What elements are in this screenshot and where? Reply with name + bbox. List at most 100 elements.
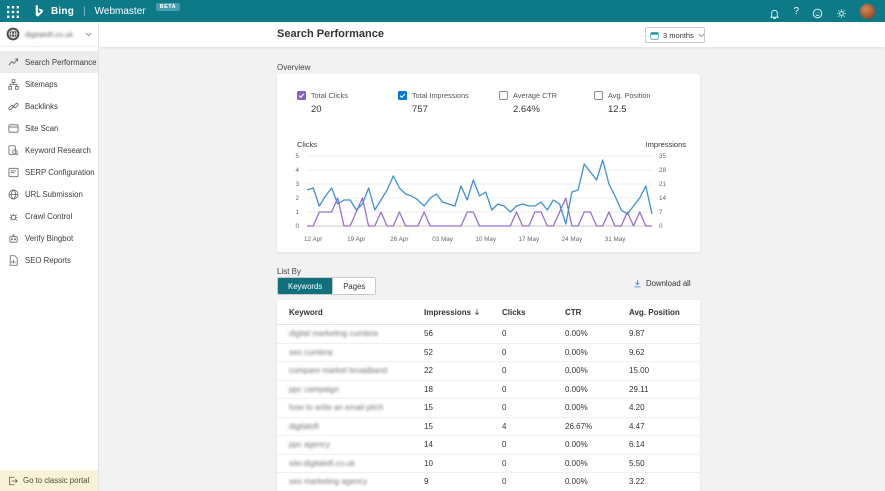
feedback-smiley-icon[interactable] xyxy=(812,6,823,17)
checkbox-unchecked-icon[interactable] xyxy=(594,91,603,100)
sidebar-item-label: SERP Configuration xyxy=(25,168,95,177)
seo-reports-icon xyxy=(8,255,19,266)
table-row[interactable]: digital marketing cumbria5600.00%9.87 xyxy=(277,325,700,344)
column-avg-position[interactable]: Avg. Position xyxy=(629,308,700,317)
metric-label: Total Clicks xyxy=(311,91,348,100)
sidebar-item-label: Search Performance xyxy=(25,58,97,67)
date-range-dropdown[interactable]: 3 months xyxy=(645,27,705,43)
metric-label: Average CTR xyxy=(513,91,557,100)
svg-text:3: 3 xyxy=(295,181,299,188)
sidebar-item-url-submission[interactable]: URL Submission xyxy=(0,183,98,205)
column-keyword[interactable]: Keyword xyxy=(289,308,424,317)
cell-keyword: seo marketing agency xyxy=(289,477,424,486)
checkbox-checked-icon[interactable] xyxy=(297,91,306,100)
metric-avg-position[interactable]: Avg. Position12.5 xyxy=(594,91,695,115)
classic-portal-link[interactable]: Go to classic portal xyxy=(0,470,98,491)
sidebar-item-site-scan[interactable]: Site Scan xyxy=(0,117,98,139)
help-icon[interactable]: ? xyxy=(793,6,799,17)
table-row[interactable]: ppc campaign1800.00%29.11 xyxy=(277,381,700,400)
column-ctr[interactable]: CTR xyxy=(565,308,629,317)
cell-clicks: 4 xyxy=(502,422,565,431)
cell-ctr: 0.00% xyxy=(565,403,629,412)
user-avatar[interactable] xyxy=(860,4,875,19)
metric-total-clicks[interactable]: Total Clicks20 xyxy=(297,91,398,115)
sidebar-item-keyword-research[interactable]: Keyword Research xyxy=(0,139,98,161)
cell-keyword: digital marketing cumbria xyxy=(289,329,424,338)
date-range-value: 3 months xyxy=(663,31,694,40)
sidebar-item-serp-configuration[interactable]: SERP Configuration xyxy=(0,161,98,183)
performance-line-chart[interactable]: 001721432142853512 Apr19 Apr26 Apr03 May… xyxy=(277,152,700,248)
cell-impressions: 9 xyxy=(424,477,502,486)
sidebar-item-verify-bingbot[interactable]: Verify Bingbot xyxy=(0,227,98,249)
cell-avg-position: 15.00 xyxy=(629,366,700,375)
table-row[interactable]: digitaloft15426.67%4.47 xyxy=(277,418,700,437)
cell-keyword: compare market broadband xyxy=(289,366,424,375)
site-globe-icon xyxy=(6,27,20,41)
checkbox-unchecked-icon[interactable] xyxy=(499,91,508,100)
sidebar-item-backlinks[interactable]: Backlinks xyxy=(0,95,98,117)
checkbox-checked-icon[interactable] xyxy=(398,91,407,100)
metric-value: 2.64% xyxy=(513,104,594,115)
tab-keywords[interactable]: Keywords xyxy=(278,278,332,294)
column-clicks[interactable]: Clicks xyxy=(502,308,565,317)
svg-text:1: 1 xyxy=(295,209,299,216)
settings-gear-icon[interactable] xyxy=(836,6,847,17)
sidebar-menu: Search Performance Sitemaps Backlinks Site … xyxy=(0,47,98,271)
table-row[interactable]: how to write an email pitch1500.00%4.20 xyxy=(277,399,700,418)
download-all-button[interactable]: Download all xyxy=(633,279,691,288)
svg-text:26 Apr: 26 Apr xyxy=(390,236,408,243)
product-name[interactable]: Webmaster xyxy=(95,6,146,17)
cell-clicks: 0 xyxy=(502,459,565,468)
column-impressions[interactable]: Impressions xyxy=(424,308,502,317)
svg-text:21: 21 xyxy=(659,181,667,188)
verify-bingbot-icon xyxy=(8,233,19,244)
brand-name[interactable]: Bing xyxy=(51,6,74,17)
cell-impressions: 14 xyxy=(424,440,502,449)
cell-avg-position: 4.20 xyxy=(629,403,700,412)
svg-text:19 Apr: 19 Apr xyxy=(347,236,365,243)
cell-clicks: 0 xyxy=(502,477,565,486)
cell-keyword: digitaloft xyxy=(289,422,424,431)
svg-text:12 Apr: 12 Apr xyxy=(304,236,322,243)
svg-text:35: 35 xyxy=(659,153,667,160)
cell-clicks: 0 xyxy=(502,329,565,338)
sidebar-item-label: Site Scan xyxy=(25,124,58,133)
cell-impressions: 10 xyxy=(424,459,502,468)
cell-ctr: 0.00% xyxy=(565,366,629,375)
cell-avg-position: 29.11 xyxy=(629,385,700,394)
svg-text:24 May: 24 May xyxy=(562,236,584,243)
svg-text:14: 14 xyxy=(659,195,667,202)
sidebar-item-sitemaps[interactable]: Sitemaps xyxy=(0,73,98,95)
cell-keyword: seo cumbria xyxy=(289,348,424,357)
table-row[interactable]: compare market broadband2200.00%15.00 xyxy=(277,362,700,381)
main-content: Search Performance 3 months Overview Tot… xyxy=(99,22,885,491)
metric-average-ctr[interactable]: Average CTR 2.64% xyxy=(499,91,594,115)
sidebar-item-label: Backlinks xyxy=(25,102,58,111)
sidebar-item-seo-reports[interactable]: SEO Reports xyxy=(0,249,98,271)
brand-divider: | xyxy=(83,6,86,17)
site-selector[interactable]: digitaloft.co.uk xyxy=(0,22,98,47)
metric-total-impressions[interactable]: Total Impressions757 xyxy=(398,91,499,115)
cell-impressions: 22 xyxy=(424,366,502,375)
sidebar-item-search-performance[interactable]: Search Performance xyxy=(0,51,98,73)
metrics-row: Total Clicks20Total Impressions757Averag… xyxy=(297,91,690,115)
table-row[interactable]: site:digitaloft.co.uk1000.00%5.50 xyxy=(277,455,700,474)
sidebar-item-crawl-control[interactable]: Crawl Control xyxy=(0,205,98,227)
cell-impressions: 15 xyxy=(424,403,502,412)
table-row[interactable]: ppc agency1400.00%6.14 xyxy=(277,436,700,455)
svg-text:31 May: 31 May xyxy=(605,236,627,243)
cell-keyword: ppc agency xyxy=(289,440,424,449)
svg-text:5: 5 xyxy=(295,153,299,160)
search-performance-icon xyxy=(8,57,19,68)
beta-badge: BETA xyxy=(156,3,181,11)
cell-avg-position: 4.47 xyxy=(629,422,700,431)
app-launcher-icon[interactable] xyxy=(7,5,19,17)
table-row[interactable]: seo marketing agency900.00%3.22 xyxy=(277,473,700,491)
table-row[interactable]: seo cumbria5200.00%9.62 xyxy=(277,344,700,363)
download-icon xyxy=(633,279,642,288)
calendar-icon xyxy=(650,31,659,40)
svg-text:7: 7 xyxy=(659,209,663,216)
tab-pages[interactable]: Pages xyxy=(332,278,375,294)
notifications-icon[interactable] xyxy=(769,6,780,17)
sidebar-item-label: Sitemaps xyxy=(25,80,58,89)
